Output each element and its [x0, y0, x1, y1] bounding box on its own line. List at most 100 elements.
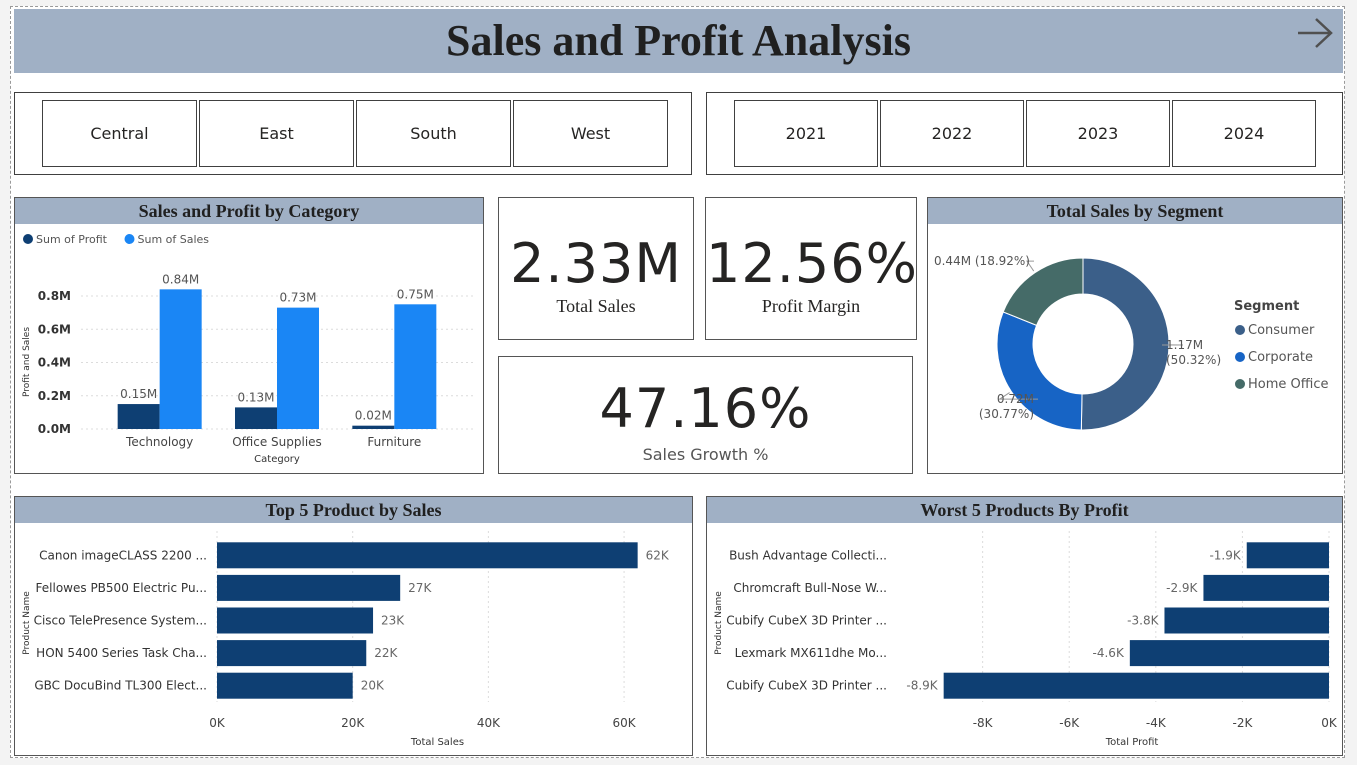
bar-profit: [235, 407, 277, 429]
year-button-2024[interactable]: 2024: [1172, 100, 1316, 167]
data-label: 0.75M: [397, 287, 434, 301]
bar: [1164, 607, 1329, 634]
arrow-right-icon[interactable]: [1295, 15, 1335, 51]
data-label: 0.02M: [355, 409, 392, 423]
slice-label: 0.44M (18.92%): [934, 254, 1030, 268]
region-slicer: Central East South West: [14, 92, 692, 175]
worst5-chart-panel: Worst 5 Products By Profit -8K -6K -4K -2K 0…: [706, 496, 1343, 756]
slice-pct-label: (50.32%): [1166, 353, 1221, 367]
region-button-west[interactable]: West: [513, 100, 668, 167]
report-header: Sales and Profit Analysis: [14, 9, 1343, 73]
top5-chart-title: Top 5 Product by Sales: [15, 497, 692, 523]
kpi-sales-growth: 47.16% Sales Growth %: [498, 356, 913, 474]
data-label: -8.9K: [906, 679, 938, 693]
data-label: 62K: [646, 548, 670, 562]
kpi-profit-margin: 12.56% Profit Margin: [705, 197, 917, 340]
category-chart: Sum of Profit Sum of Sales 0.0M 0.2M 0.4M 0.6…: [22, 233, 473, 465]
x-axis-title: Category: [254, 454, 300, 465]
x-tick-label: 60K: [613, 716, 637, 730]
bar: [217, 607, 374, 634]
bar: [943, 672, 1329, 699]
y-tick-label: 0.4M: [38, 356, 71, 370]
bar-profit: [352, 425, 395, 429]
bar: [1246, 542, 1329, 569]
year-button-2022[interactable]: 2022: [880, 100, 1024, 167]
kpi-total-sales: 2.33M Total Sales: [498, 197, 694, 340]
x-tick-label: -8K: [973, 716, 994, 730]
y-tick-label: Cubify CubeX 3D Printer ...: [726, 614, 887, 628]
legend-label: Home Office: [1248, 377, 1328, 392]
x-tick-label: 0K: [209, 716, 226, 730]
data-label: 0.15M: [120, 387, 157, 401]
year-button-2023[interactable]: 2023: [1026, 100, 1170, 167]
x-axis-title: Total Sales: [410, 737, 464, 748]
y-axis-title: Product Name: [714, 591, 724, 655]
worst5-chart-title: Worst 5 Products By Profit: [707, 497, 1342, 523]
x-tick-label: -6K: [1059, 716, 1080, 730]
y-tick-label: 0.2M: [38, 389, 71, 403]
legend-marker-0: [23, 234, 33, 244]
x-tick-label: 40K: [477, 716, 501, 730]
y-tick-label: Bush Advantage Collecti...: [729, 548, 887, 562]
bar: [1129, 640, 1329, 667]
y-tick-label: Cisco TelePresence System...: [34, 614, 207, 628]
segment-chart: 1.17M(50.32%) 0.72M(30.77%) 0.44M (18.92%)…: [934, 254, 1328, 431]
slice-label: 0.72M: [997, 392, 1034, 406]
legend-marker-1: [124, 234, 135, 244]
legend-marker: [1235, 352, 1245, 362]
region-button-east[interactable]: East: [199, 100, 354, 167]
legend-label: Corporate: [1248, 350, 1313, 365]
bar: [217, 574, 401, 601]
top5-chart: 0K 20K 40K 60K Canon imageCLASS 2200 ... 62K F…: [22, 531, 670, 748]
legend-label: Consumer: [1248, 323, 1315, 338]
slice-label: 1.17M: [1166, 338, 1203, 352]
bar-sales: [159, 289, 202, 429]
legend-marker: [1235, 325, 1245, 335]
category-chart-panel: Sales and Profit by Category Sum of Prof…: [14, 197, 484, 474]
x-tick-label: Technology: [125, 435, 193, 449]
bar: [217, 542, 638, 569]
category-chart-title: Sales and Profit by Category: [15, 198, 483, 224]
legend-label-0: Sum of Profit: [36, 233, 108, 246]
top5-chart-panel: Top 5 Product by Sales 0K 20K 40K 60K Canon …: [14, 496, 693, 756]
x-tick-label: 0K: [1321, 716, 1338, 730]
year-slicer: 2021 2022 2023 2024: [706, 92, 1343, 175]
kpi-sales-growth-value: 47.16%: [599, 377, 812, 440]
data-label: 27K: [408, 581, 432, 595]
data-label: 0.73M: [279, 291, 316, 305]
data-label: 0.84M: [162, 272, 199, 286]
data-label: -2.9K: [1166, 581, 1198, 595]
y-axis-title: Product Name: [22, 591, 32, 655]
y-tick-label: Chromcraft Bull-Nose W...: [733, 581, 887, 595]
kpi-profit-margin-value: 12.56%: [706, 232, 918, 295]
bar-profit: [117, 404, 160, 429]
segment-chart-panel: Total Sales by Segment 1.17M (50.32%) 0.72…: [927, 197, 1343, 474]
bar-sales: [277, 307, 319, 429]
data-label: -4.6K: [1093, 646, 1125, 660]
y-tick-label: Fellowes PB500 Electric Pu...: [36, 581, 207, 595]
region-button-central[interactable]: Central: [42, 100, 197, 167]
kpi-total-sales-value: 2.33M: [510, 232, 682, 295]
y-tick-label: 0.0M: [38, 422, 71, 436]
data-label: -1.9K: [1209, 548, 1241, 562]
kpi-total-sales-label: Total Sales: [556, 296, 636, 316]
year-button-2021[interactable]: 2021: [734, 100, 878, 167]
kpi-profit-margin-label: Profit Margin: [761, 296, 861, 316]
data-label: 20K: [361, 679, 385, 693]
donut-slice-consumer: [1080, 257, 1170, 431]
bar: [217, 640, 367, 667]
bar-sales: [394, 304, 437, 429]
region-button-south[interactable]: South: [356, 100, 511, 167]
x-tick-label: 20K: [341, 716, 365, 730]
report-canvas: Sales and Profit Analysis Central East S…: [10, 6, 1345, 758]
x-tick-label: Furniture: [367, 435, 421, 449]
slice-pct-label: (30.77%): [979, 407, 1034, 421]
data-label: 0.13M: [237, 390, 274, 404]
kpi-sales-growth-label: Sales Growth %: [642, 445, 769, 464]
y-tick-label: HON 5400 Series Task Cha...: [36, 646, 207, 660]
legend-title: Segment: [1234, 299, 1299, 314]
data-label: 22K: [374, 646, 398, 660]
legend-label-1: Sum of Sales: [138, 233, 210, 246]
bar: [217, 672, 353, 699]
y-tick-label: 0.6M: [38, 322, 71, 336]
